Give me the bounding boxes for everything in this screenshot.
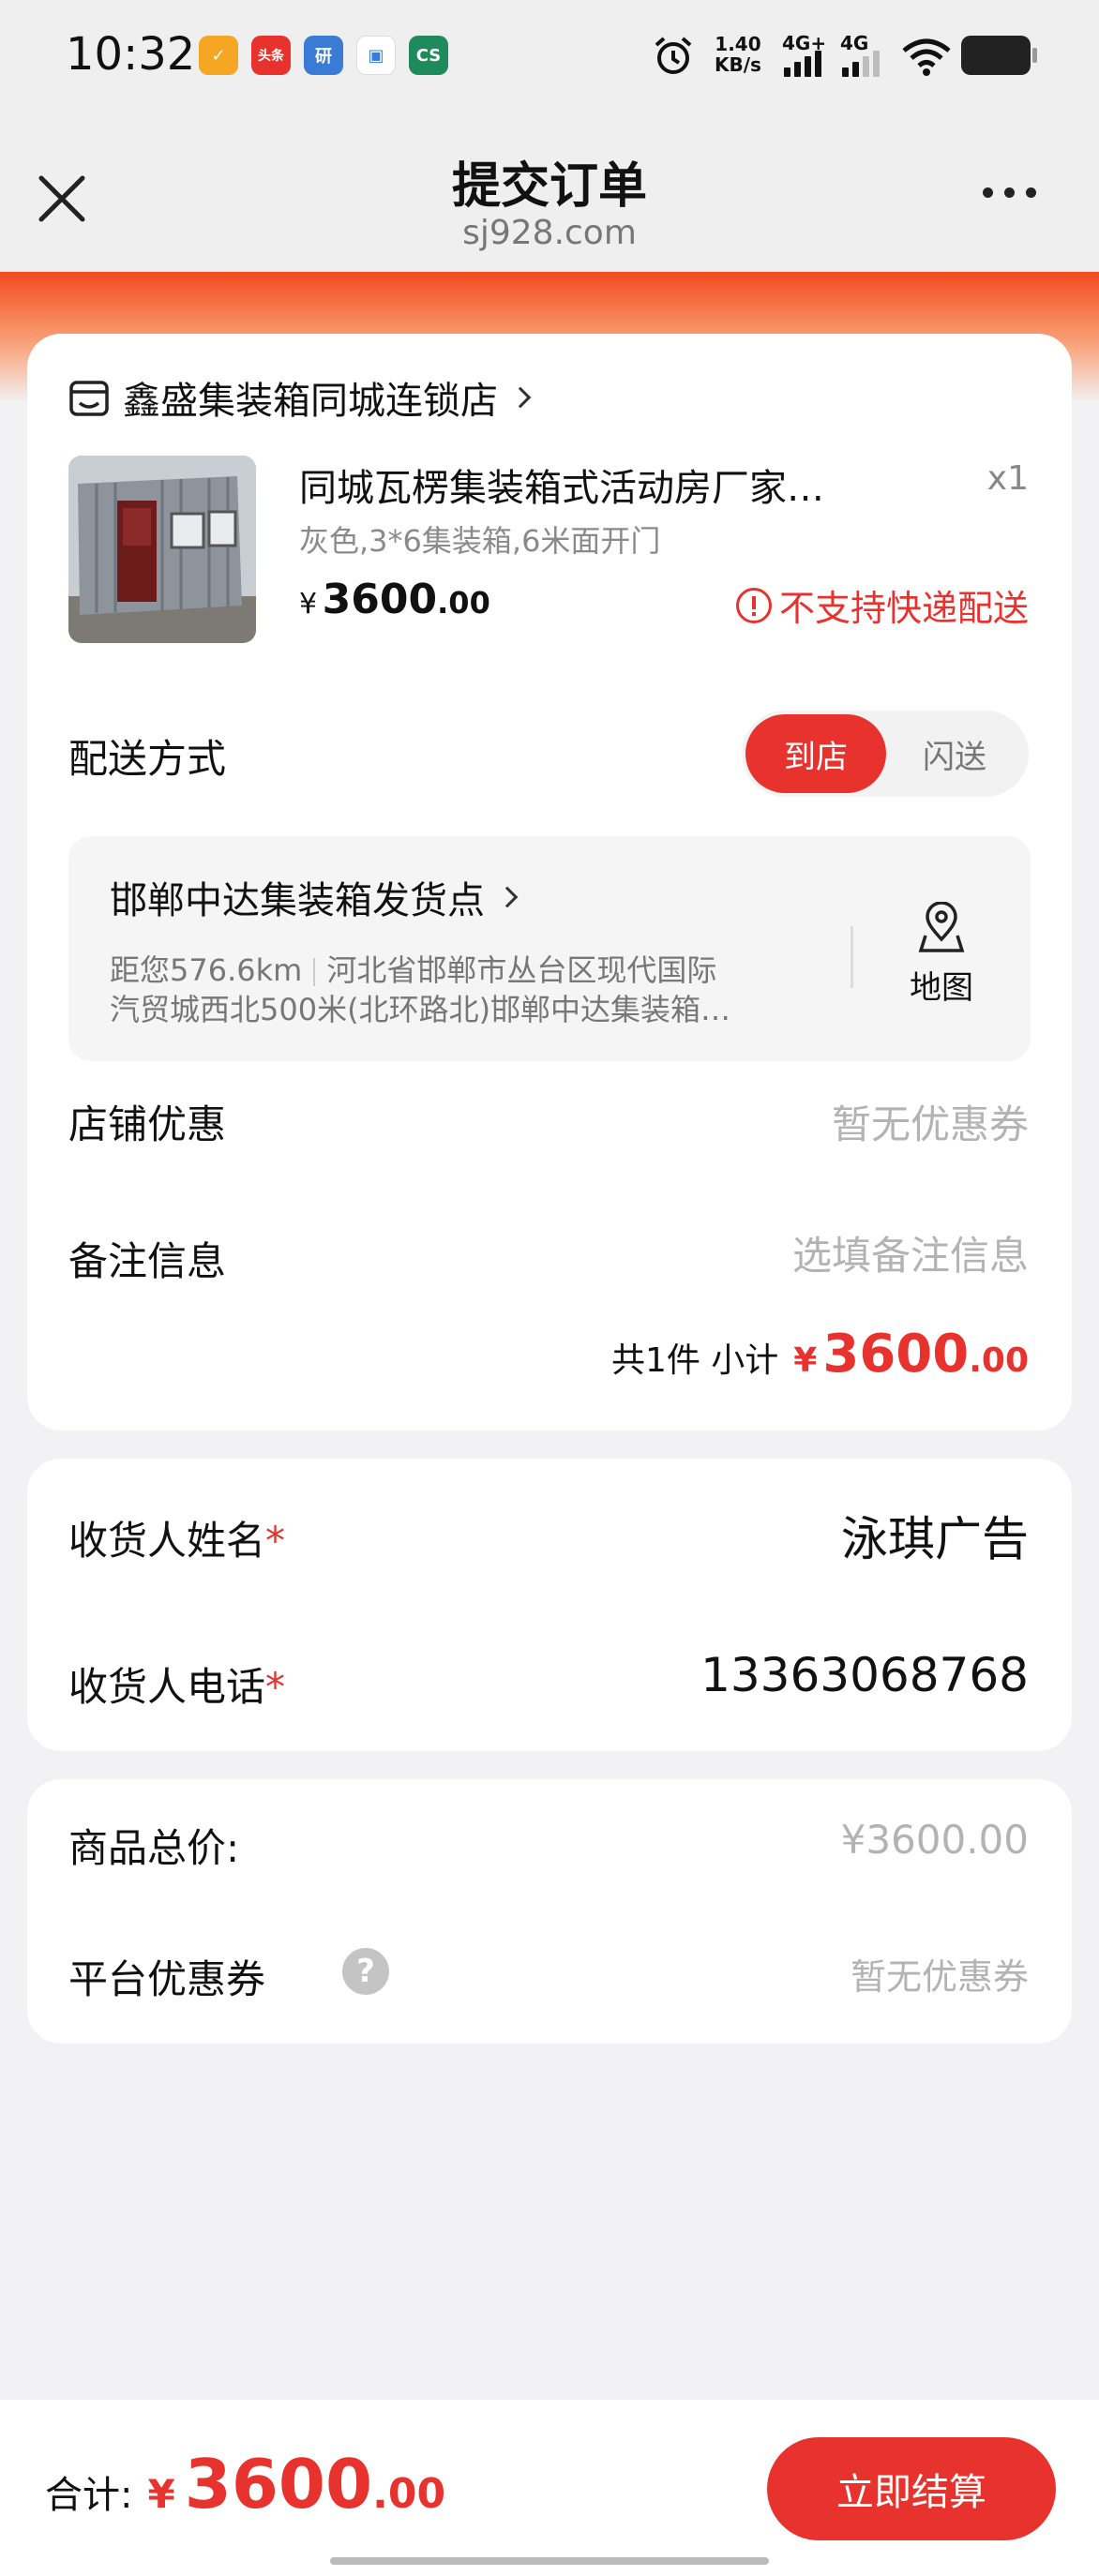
note-input[interactable]: 选填备注信息: [792, 1224, 1029, 1281]
product-image[interactable]: [68, 456, 256, 643]
store-link[interactable]: 鑫盛集装箱同城连锁店: [68, 369, 532, 426]
battery-icon: [961, 36, 1037, 75]
subtotal: 共1件 小计 ¥ 3600.00: [610, 1324, 1029, 1385]
delivery-method-toggle[interactable]: 到店 闪送: [742, 711, 1029, 797]
delivery-method-label: 配送方式: [68, 736, 227, 782]
research-icon: 研: [304, 36, 343, 75]
recipient-phone-input[interactable]: 13363068768: [700, 1648, 1029, 1702]
recipient-phone-label: 收货人电话*: [68, 1664, 286, 1710]
wifi-icon: [902, 38, 951, 76]
note-label: 备注信息: [68, 1238, 227, 1284]
cs-icon: CS: [409, 36, 448, 75]
pickup-distance: 距您576.6km: [110, 952, 303, 988]
store-coupon-value[interactable]: 暂无优惠券: [832, 1093, 1029, 1150]
status-time: 10:32: [66, 28, 196, 81]
app-icon-orange: ✓: [199, 36, 238, 75]
status-bar: 10:32 ✓ 头条 研 ▣ CS 1.40 KB/s 4G+ 4G: [0, 0, 1099, 112]
pickup-address-line1: 距您576.6km 河北省邯郸市丛台区现代国际: [110, 952, 717, 988]
chevron-right-icon: [496, 886, 519, 908]
signal-icon-2: [842, 51, 880, 77]
summary-card: 商品总价: ¥3600.00 平台优惠券 ? 暂无优惠券: [27, 1779, 1072, 2044]
recipient-card: 收货人姓名* 泳琪广告 收货人电话* 13363068768: [27, 1459, 1072, 1751]
chat-icon: ▣: [356, 36, 396, 75]
more-icon[interactable]: [983, 187, 1036, 198]
nav-header: 提交订单 sj928.com: [0, 112, 1099, 272]
order-card: 鑫盛集装箱同城连锁店 同城瓦楞集装箱式活动房厂家… x1 灰色,3*6集装箱,6…: [27, 334, 1072, 1430]
product-spec: 灰色,3*6集装箱,6米面开门: [299, 523, 661, 559]
platform-coupon-value[interactable]: 暂无优惠券: [851, 1948, 1029, 1999]
toutiao-icon: 头条: [251, 36, 291, 75]
store-icon: [69, 381, 109, 416]
bottom-bar: 合计: ¥ 3600.00 立即结算: [0, 2400, 1099, 2576]
pickup-point-box[interactable]: 邯郸中达集装箱发货点 距您576.6km 河北省邯郸市丛台区现代国际 汽贸城西北5…: [68, 836, 1031, 1061]
pickup-address-line2: 汽贸城西北500米(北环路北)邯郸中达集装箱…: [110, 992, 731, 1027]
page-title: 提交订单: [451, 158, 647, 215]
home-indicator[interactable]: [330, 2557, 769, 2565]
page-subtitle: sj928.com: [462, 214, 637, 252]
checkout-button[interactable]: 立即结算: [767, 2437, 1056, 2540]
delivery-notice: 不支持快递配送: [735, 579, 1029, 631]
store-coupon-label: 店铺优惠: [68, 1101, 227, 1147]
network-speed: 1.40 KB/s: [715, 33, 761, 76]
order-total: 合计: ¥ 3600.00: [45, 2445, 446, 2524]
alarm-icon: [655, 37, 692, 74]
chevron-right-icon: [509, 386, 532, 409]
signal-icon-1: [784, 51, 821, 77]
warning-icon: [735, 587, 772, 623]
product-price: ¥ 3600.00: [299, 576, 490, 623]
pickup-point-name[interactable]: 邯郸中达集装箱发货点: [110, 870, 519, 924]
map-button[interactable]: 地图: [881, 901, 1002, 1007]
product-quantity: x1: [986, 459, 1029, 498]
store-name: 鑫盛集装箱同城连锁店: [123, 380, 498, 423]
goods-total-label: 商品总价:: [68, 1825, 240, 1871]
delivery-option-store[interactable]: 到店: [745, 714, 886, 793]
recipient-name-input[interactable]: 泳琪广告: [841, 1502, 1029, 1569]
map-pin-icon: [918, 901, 965, 952]
delivery-option-flash[interactable]: 闪送: [884, 714, 1025, 793]
product-name[interactable]: 同城瓦楞集装箱式活动房厂家…: [299, 457, 881, 512]
platform-coupon-label: 平台优惠券: [68, 1956, 266, 2002]
divider: [851, 926, 853, 988]
goods-total-value: ¥3600.00: [840, 1817, 1029, 1863]
recipient-name-label: 收货人姓名*: [68, 1518, 286, 1564]
help-icon[interactable]: ?: [342, 1948, 389, 1995]
